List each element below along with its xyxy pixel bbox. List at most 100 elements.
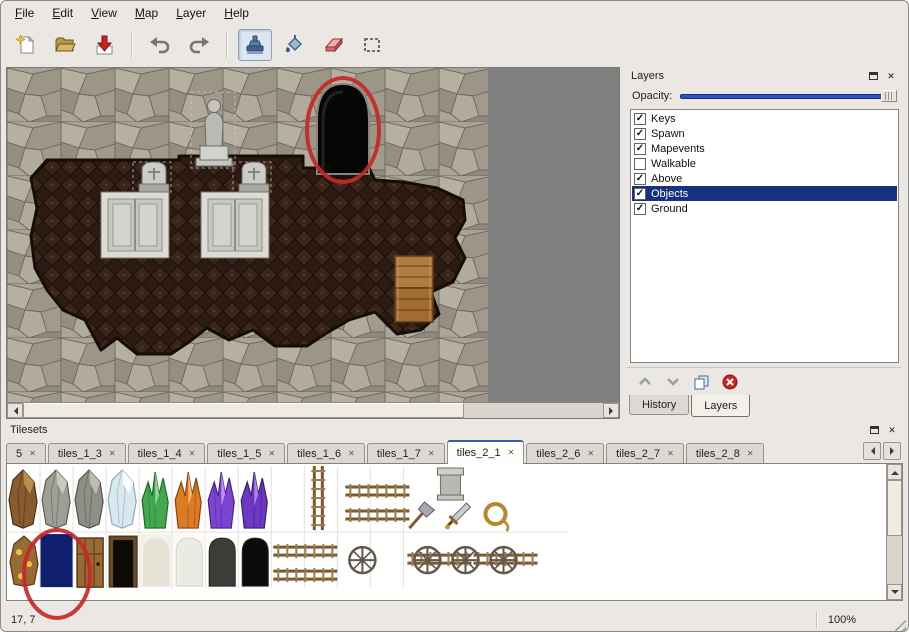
close-tab-icon[interactable]: ✕ bbox=[268, 450, 275, 458]
tileset-tab-tiles_2_6[interactable]: tiles_2_6 ✕ bbox=[526, 443, 604, 463]
layer-row-above[interactable]: Above bbox=[632, 171, 897, 186]
scrollbar-handle[interactable] bbox=[887, 480, 902, 536]
tileset-tab-tiles_1_6[interactable]: tiles_1_6 ✕ bbox=[287, 443, 365, 463]
close-tab-icon[interactable]: ✕ bbox=[667, 450, 674, 458]
float-icon bbox=[870, 426, 879, 434]
move-layer-down-button[interactable] bbox=[665, 375, 681, 388]
scrollbar-track[interactable] bbox=[887, 480, 902, 584]
layer-row-spawn[interactable]: Spawn bbox=[632, 126, 897, 141]
layer-checkbox[interactable] bbox=[634, 173, 646, 185]
layer-label: Walkable bbox=[651, 158, 696, 170]
tileset-canvas[interactable] bbox=[6, 463, 903, 601]
layer-checkbox[interactable] bbox=[634, 158, 646, 170]
tile-selected-navy[interactable] bbox=[41, 534, 73, 587]
close-tab-icon[interactable]: ✕ bbox=[189, 450, 196, 458]
scrollbar-track[interactable] bbox=[23, 403, 603, 418]
open-file-button[interactable] bbox=[48, 29, 82, 61]
select-tool-button[interactable] bbox=[355, 29, 389, 61]
layer-row-objects[interactable]: Objects bbox=[632, 186, 897, 201]
layers-dock-title: Layers bbox=[631, 70, 664, 82]
tab-scroll-left-button[interactable] bbox=[863, 442, 881, 460]
scroll-up-button[interactable] bbox=[887, 464, 902, 480]
tileset-tab-tiles_2_8[interactable]: tiles_2_8 ✕ bbox=[686, 443, 764, 463]
menu-file[interactable]: File bbox=[7, 4, 42, 22]
tileset-tab-tiles_2_1[interactable]: tiles_2_1 ✕ bbox=[447, 440, 525, 464]
undo-button[interactable] bbox=[143, 29, 177, 61]
tileset-tab-tiles_1_4[interactable]: tiles_1_4 ✕ bbox=[128, 443, 206, 463]
eraser-tool-button[interactable] bbox=[316, 29, 350, 61]
close-tab-icon[interactable]: ✕ bbox=[508, 449, 515, 457]
scroll-down-button[interactable] bbox=[887, 584, 902, 600]
arrow-up-icon bbox=[891, 467, 899, 475]
fill-tool-button[interactable] bbox=[277, 29, 311, 61]
layer-checkbox[interactable] bbox=[634, 113, 646, 125]
arrow-left-icon bbox=[867, 447, 875, 455]
redo-button[interactable] bbox=[182, 29, 216, 61]
tile-white-arch bbox=[173, 534, 205, 587]
scroll-right-button[interactable] bbox=[603, 403, 619, 418]
close-tab-icon[interactable]: ✕ bbox=[29, 450, 36, 458]
slider-track[interactable] bbox=[680, 94, 895, 99]
menu-map[interactable]: Map bbox=[127, 4, 166, 22]
layer-checkbox[interactable] bbox=[634, 143, 646, 155]
stamp-tool-button[interactable] bbox=[238, 29, 272, 61]
arrow-right-icon bbox=[609, 407, 617, 415]
tileset-tab-tiles_2_7[interactable]: tiles_2_7 ✕ bbox=[606, 443, 684, 463]
layer-checkbox[interactable] bbox=[634, 128, 646, 140]
layer-row-keys[interactable]: Keys bbox=[632, 111, 897, 126]
menu-edit[interactable]: Edit bbox=[44, 4, 81, 22]
layer-row-ground[interactable]: Ground bbox=[632, 201, 897, 216]
menu-help[interactable]: Help bbox=[216, 4, 257, 22]
tileset-tab-5[interactable]: 5 ✕ bbox=[6, 443, 46, 463]
close-dock-button[interactable]: ✕ bbox=[884, 70, 898, 83]
map-canvas[interactable] bbox=[7, 68, 619, 402]
layer-row-walkable[interactable]: Walkable bbox=[632, 156, 897, 171]
tileset-tab-tiles_1_7[interactable]: tiles_1_7 ✕ bbox=[367, 443, 445, 463]
tab-label: tiles_2_8 bbox=[696, 448, 740, 460]
zoom-level: 100% bbox=[828, 614, 856, 626]
close-tab-icon[interactable]: ✕ bbox=[109, 450, 116, 458]
tab-history[interactable]: History bbox=[629, 395, 689, 415]
open-file-icon bbox=[54, 34, 76, 56]
duplicate-layer-button[interactable] bbox=[693, 374, 710, 390]
save-button[interactable] bbox=[87, 29, 121, 61]
chevron-up-icon bbox=[637, 375, 653, 388]
scroll-left-button[interactable] bbox=[7, 403, 23, 418]
float-dock-button[interactable] bbox=[866, 70, 880, 83]
menu-view[interactable]: View bbox=[83, 4, 125, 22]
opacity-slider[interactable] bbox=[680, 89, 897, 103]
map-horizontal-scrollbar[interactable] bbox=[7, 402, 619, 418]
tile-wheel bbox=[490, 547, 516, 573]
close-dock-button[interactable]: ✕ bbox=[885, 424, 899, 437]
menu-layer[interactable]: Layer bbox=[168, 4, 214, 22]
layer-checkbox[interactable] bbox=[634, 188, 646, 200]
close-tab-icon[interactable]: ✕ bbox=[747, 450, 754, 458]
tab-label: Layers bbox=[704, 400, 737, 412]
duplicate-icon bbox=[693, 374, 710, 390]
tile-wheel bbox=[349, 547, 375, 573]
tab-layers[interactable]: Layers bbox=[691, 395, 750, 417]
layer-actions bbox=[627, 367, 902, 395]
arrow-right-icon bbox=[890, 447, 898, 455]
tab-scroll-right-button[interactable] bbox=[883, 442, 901, 460]
dock-tab-bar: History Layers bbox=[627, 395, 902, 419]
close-tab-icon[interactable]: ✕ bbox=[348, 450, 355, 458]
tile-gray-arch bbox=[209, 538, 235, 586]
tileset-tab-tiles_1_3[interactable]: tiles_1_3 ✕ bbox=[48, 443, 126, 463]
delete-layer-button[interactable] bbox=[722, 374, 738, 390]
new-file-button[interactable] bbox=[9, 29, 43, 61]
cursor-coordinates: 17, 7 bbox=[11, 614, 35, 626]
scrollbar-handle[interactable] bbox=[23, 403, 464, 418]
move-layer-up-button[interactable] bbox=[637, 375, 653, 388]
layer-list[interactable]: Keys Spawn Mapevents Walkable Above bbox=[630, 109, 899, 363]
tab-label: tiles_2_1 bbox=[457, 447, 501, 459]
close-tab-icon[interactable]: ✕ bbox=[587, 450, 594, 458]
float-dock-button[interactable] bbox=[867, 424, 881, 437]
tileset-vertical-scrollbar[interactable] bbox=[886, 464, 902, 600]
tileset-tab-tiles_1_5[interactable]: tiles_1_5 ✕ bbox=[207, 443, 285, 463]
layer-label: Above bbox=[651, 173, 682, 185]
slider-handle[interactable] bbox=[881, 90, 897, 102]
close-tab-icon[interactable]: ✕ bbox=[428, 450, 435, 458]
layer-checkbox[interactable] bbox=[634, 203, 646, 215]
layer-row-mapevents[interactable]: Mapevents bbox=[632, 141, 897, 156]
